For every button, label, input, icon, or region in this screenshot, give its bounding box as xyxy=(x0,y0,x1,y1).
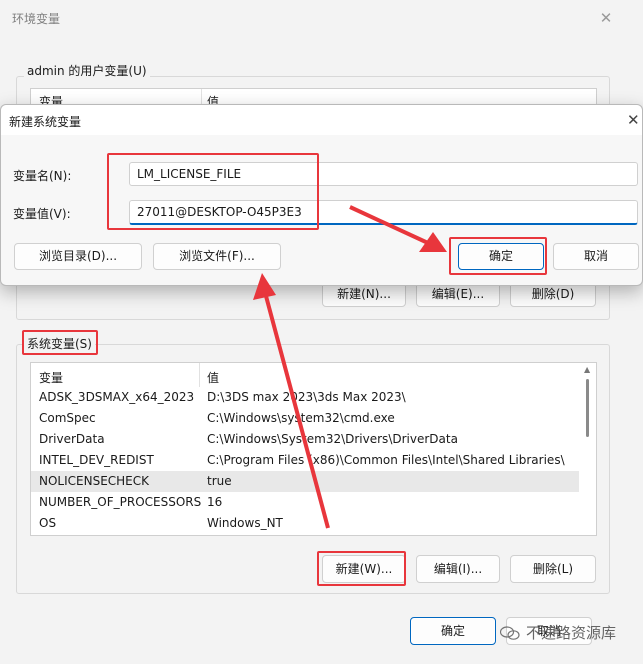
annotation-arrow-to-browse xyxy=(264,295,330,529)
arrowhead-icon xyxy=(253,273,276,300)
watermark-text: 不速路资源库 xyxy=(526,624,617,642)
watermark: 不速路资源库 xyxy=(500,622,616,643)
annotation-arrows xyxy=(253,205,447,529)
annotation-arrow-to-ok xyxy=(349,205,429,245)
wechat-icon xyxy=(500,626,520,640)
